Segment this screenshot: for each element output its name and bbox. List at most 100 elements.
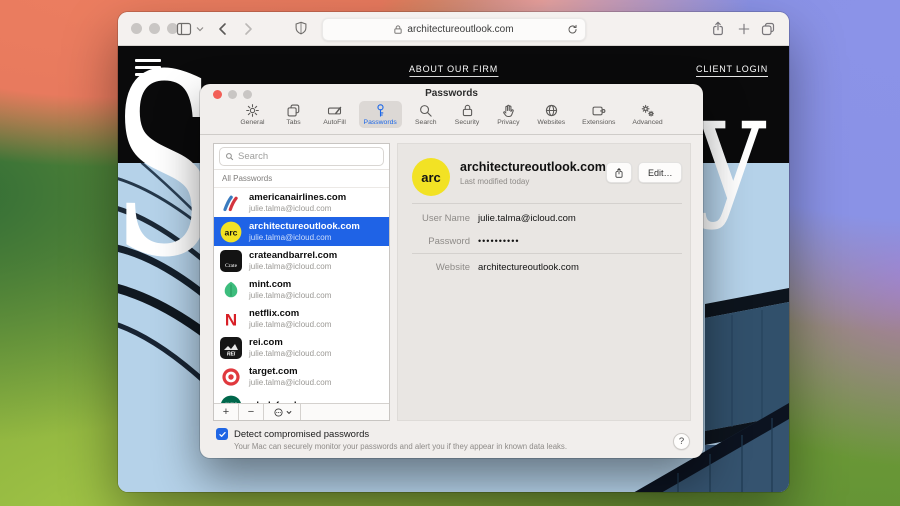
tab-websites[interactable]: Websites bbox=[532, 101, 570, 128]
americanairlines-logo-icon bbox=[220, 192, 242, 214]
globe-icon bbox=[544, 103, 559, 118]
dialog-title: Passwords bbox=[200, 88, 703, 99]
row-domain: rei.com bbox=[249, 337, 331, 349]
architectureoutlook-logo-icon: arc bbox=[220, 221, 242, 243]
svg-text:N: N bbox=[225, 310, 237, 329]
window-controls bbox=[131, 12, 178, 45]
tab-autofill[interactable]: AutoFill bbox=[318, 101, 352, 128]
dialog-footer: Detect compromised passwords Your Mac ca… bbox=[200, 421, 703, 458]
all-passwords-section-label: All Passwords bbox=[214, 170, 389, 188]
password-row-rei[interactable]: REI rei.com julie.talma@icloud.com bbox=[214, 333, 389, 362]
website-field-value[interactable]: architectureoutlook.com bbox=[478, 263, 579, 273]
rei-logo-icon: REI bbox=[220, 337, 242, 359]
chevron-down-icon[interactable] bbox=[196, 12, 204, 45]
row-email: julie.talma@icloud.com bbox=[249, 349, 331, 359]
username-field-value[interactable]: julie.talma@icloud.com bbox=[478, 214, 576, 224]
edit-button[interactable]: Edit… bbox=[638, 162, 682, 183]
passwords-preferences-dialog: Passwords General Tabs AutoFill Password… bbox=[200, 84, 703, 458]
netflix-logo-icon: N bbox=[220, 308, 242, 330]
detail-last-modified: Last modified today bbox=[460, 177, 606, 186]
hamburger-menu-icon[interactable] bbox=[135, 59, 161, 80]
password-field-value[interactable]: •••••••••• bbox=[478, 237, 520, 247]
help-button[interactable]: ? bbox=[673, 433, 690, 450]
password-row-mint[interactable]: mint.com julie.talma@icloud.com bbox=[214, 275, 389, 304]
passwords-sidebar: Search All Passwords americanairlines.co… bbox=[213, 143, 390, 421]
password-row-americanairlines[interactable]: americanairlines.com julie.talma@icloud.… bbox=[214, 188, 389, 217]
tab-extensions[interactable]: Extensions bbox=[577, 101, 620, 128]
row-email: julie.talma@icloud.com bbox=[249, 233, 360, 243]
row-email: julie.talma@icloud.com bbox=[249, 204, 346, 214]
tab-advanced[interactable]: Advanced bbox=[627, 101, 667, 128]
row-domain: netflix.com bbox=[249, 308, 331, 320]
row-domain: crateandbarrel.com bbox=[249, 250, 337, 262]
website-field-label: Website bbox=[398, 263, 470, 273]
remove-password-button[interactable]: − bbox=[239, 404, 264, 420]
svg-text:Crate: Crate bbox=[225, 263, 238, 269]
desktop: architectureoutlook.com bbox=[0, 0, 900, 506]
svg-text:REI: REI bbox=[227, 351, 236, 357]
password-row-target[interactable]: target.com julie.talma@icloud.com bbox=[214, 362, 389, 391]
address-url: architectureoutlook.com bbox=[407, 24, 513, 35]
forward-button[interactable] bbox=[242, 12, 255, 45]
add-password-button[interactable]: + bbox=[214, 404, 239, 420]
row-email: julie.talma@icloud.com bbox=[249, 320, 331, 330]
password-detail-pane: arc architectureoutlook.com Last modifie… bbox=[397, 143, 691, 421]
nav-about-link[interactable]: ABOUT OUR FIRM bbox=[409, 64, 498, 77]
row-email: julie.talma@icloud.com bbox=[249, 291, 331, 301]
detect-compromised-description: Your Mac can securely monitor your passw… bbox=[234, 442, 567, 451]
detect-compromised-label: Detect compromised passwords bbox=[234, 429, 369, 440]
gear-icon bbox=[245, 103, 260, 118]
tab-search[interactable]: Search bbox=[409, 101, 443, 128]
nav-client-login-link[interactable]: CLIENT LOGIN bbox=[696, 64, 768, 77]
detail-site-title: architectureoutlook.com bbox=[460, 160, 606, 174]
password-row-netflix[interactable]: N netflix.com julie.talma@icloud.com bbox=[214, 304, 389, 333]
row-domain: mint.com bbox=[249, 279, 331, 291]
tab-tabs[interactable]: Tabs bbox=[277, 101, 311, 128]
chevron-down-icon bbox=[286, 410, 292, 415]
address-bar[interactable]: architectureoutlook.com bbox=[322, 18, 586, 41]
new-tab-plus-icon[interactable] bbox=[738, 12, 750, 45]
row-email: julie.talma@icloud.com bbox=[249, 378, 331, 388]
tab-security[interactable]: Security bbox=[450, 101, 485, 128]
more-options-button[interactable] bbox=[264, 404, 301, 420]
shield-icon[interactable] bbox=[294, 12, 308, 45]
gears-icon bbox=[640, 103, 655, 118]
site-logo-arc: arc bbox=[412, 158, 450, 196]
tab-privacy[interactable]: Privacy bbox=[491, 101, 525, 128]
preferences-tab-bar: General Tabs AutoFill Passwords Search S… bbox=[200, 101, 703, 135]
sidebar-icon[interactable] bbox=[176, 12, 192, 45]
password-row-crateandbarrel[interactable]: Crate crateandbarrel.com julie.talma@icl… bbox=[214, 246, 389, 275]
detect-compromised-checkbox[interactable] bbox=[216, 428, 228, 440]
username-field-label: User Name bbox=[398, 214, 470, 224]
extension-icon bbox=[591, 103, 606, 118]
svg-text:arc: arc bbox=[225, 227, 238, 237]
row-domain: architectureoutlook.com bbox=[249, 221, 360, 233]
search-icon bbox=[418, 103, 433, 118]
mint-logo-icon bbox=[220, 279, 242, 301]
refresh-icon[interactable] bbox=[567, 24, 578, 35]
divider bbox=[412, 203, 682, 204]
share-password-button[interactable] bbox=[606, 162, 633, 183]
close-window-button[interactable] bbox=[131, 23, 142, 34]
lock-icon bbox=[393, 24, 403, 35]
share-icon[interactable] bbox=[711, 12, 725, 45]
password-list: americanairlines.com julie.talma@icloud.… bbox=[214, 188, 389, 404]
search-input[interactable]: Search bbox=[219, 147, 384, 166]
search-placeholder: Search bbox=[238, 151, 268, 162]
divider bbox=[412, 253, 682, 254]
ellipsis-circle-icon bbox=[273, 407, 284, 418]
detail-header: arc architectureoutlook.com Last modifie… bbox=[412, 158, 682, 196]
row-domain: americanairlines.com bbox=[249, 192, 346, 204]
tabs-icon bbox=[286, 103, 301, 118]
browser-toolbar: architectureoutlook.com bbox=[118, 12, 789, 46]
minimize-window-button[interactable] bbox=[149, 23, 160, 34]
back-button[interactable] bbox=[216, 12, 229, 45]
tab-general[interactable]: General bbox=[235, 101, 269, 128]
lock-icon bbox=[460, 103, 475, 118]
row-email: julie.talma@icloud.com bbox=[249, 262, 337, 272]
target-logo-icon bbox=[220, 366, 242, 388]
tab-passwords[interactable]: Passwords bbox=[359, 101, 402, 128]
autofill-icon bbox=[327, 103, 342, 118]
tab-overview-icon[interactable] bbox=[761, 12, 775, 45]
password-row-architectureoutlook[interactable]: arc architectureoutlook.com julie.talma@… bbox=[214, 217, 389, 246]
